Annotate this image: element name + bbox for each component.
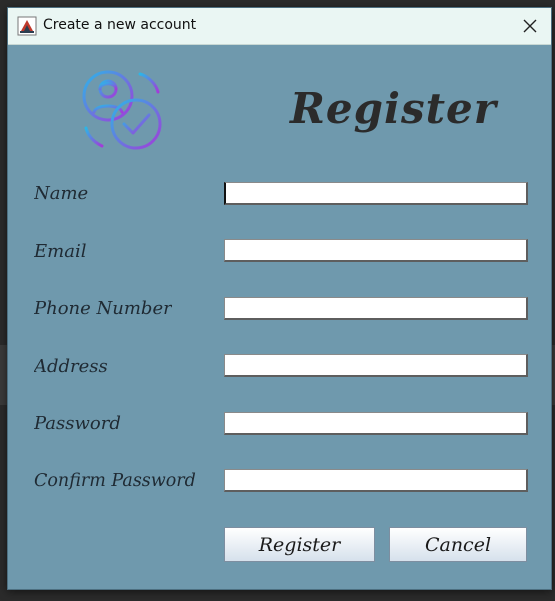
register-button[interactable]: Register [224,527,375,562]
close-button[interactable] [509,8,551,44]
address-input[interactable] [224,354,528,377]
name-label: Name [34,183,89,204]
password-input[interactable] [224,412,528,435]
email-input[interactable] [224,239,528,262]
title-bar[interactable]: Create a new account [8,8,551,45]
window-title: Create a new account [43,17,197,33]
cancel-button[interactable]: Cancel [389,527,527,562]
page-title: Register [290,84,497,133]
email-label: Email [34,241,87,262]
phone-number-input[interactable] [224,297,528,320]
phone-number-label: Phone Number [34,298,172,319]
confirm-password-label: Confirm Password [34,471,196,491]
address-label: Address [34,356,108,377]
user-verified-icon [80,68,164,152]
confirm-password-input[interactable] [224,469,528,492]
java-app-icon [17,16,37,36]
close-icon [523,19,537,33]
name-input[interactable] [224,182,528,205]
register-dialog: Create a new account Register Name Email… [7,7,552,590]
password-label: Password [34,413,121,434]
